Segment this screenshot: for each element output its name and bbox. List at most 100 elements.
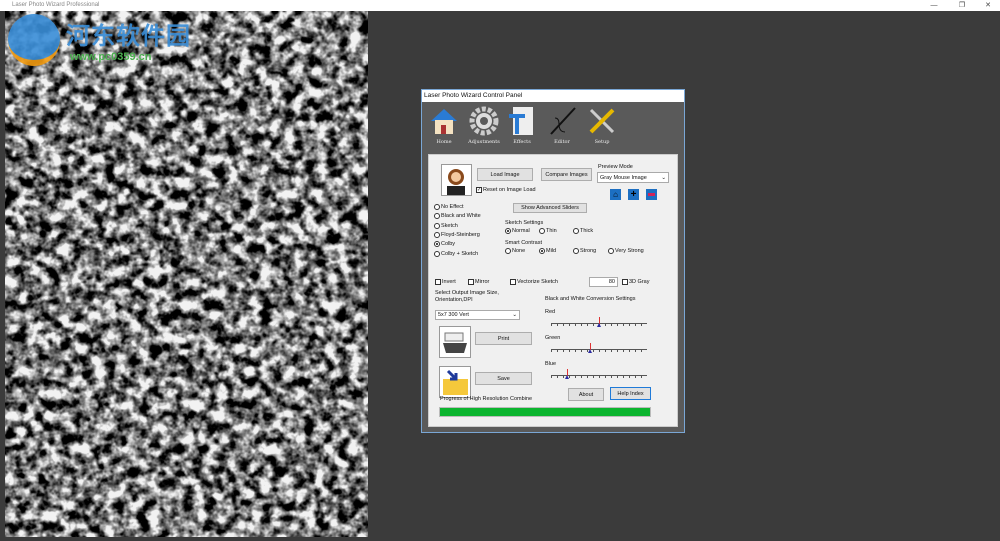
- effects-radio-no-effect[interactable]: No Effect: [434, 204, 464, 210]
- contrast-radio-mild[interactable]: Mild: [539, 248, 556, 254]
- progress-bar: [439, 407, 651, 417]
- radio-circle: [505, 248, 511, 254]
- output-size-value: 5x7 300 Vert: [438, 312, 469, 318]
- preview-mode-select[interactable]: Gray Mouse Image ⌄: [597, 172, 669, 183]
- radio-label: Thick: [580, 228, 594, 234]
- radio-label: Strong: [580, 248, 597, 254]
- tool-home[interactable]: Home: [424, 106, 464, 145]
- reset-on-load-checkbox[interactable]: ✓ Reset on Image Load: [476, 187, 536, 193]
- checkbox-box: [510, 279, 516, 285]
- tool-label: Home: [436, 139, 452, 145]
- show-advanced-sliders-button[interactable]: Show Advanced Sliders: [513, 203, 587, 213]
- plus-icon: +: [630, 189, 637, 200]
- checkbox-label: 3D Gray: [629, 279, 650, 285]
- slider-thumb[interactable]: [597, 317, 601, 329]
- image-preview: [5, 11, 368, 537]
- editor-icon: [547, 106, 577, 136]
- about-button[interactable]: About: [568, 388, 604, 401]
- window-title-bar: Laser Photo Wizard Professional: [0, 0, 1000, 11]
- setup-icon: [587, 106, 617, 136]
- tool-effects[interactable]: Effects: [502, 106, 542, 145]
- effects-radio-colby-sketch[interactable]: Colby + Sketch: [434, 250, 478, 257]
- effects-radio-floyd-steinberg[interactable]: Floyd-Steinberg: [434, 231, 480, 238]
- effects-radio-black-and-white[interactable]: Black and White: [434, 213, 481, 220]
- tool-editor[interactable]: Editor: [542, 106, 582, 145]
- chevron-down-icon: ⌄: [512, 312, 517, 318]
- slider-label-red: Red: [545, 309, 556, 315]
- sketch-radio-thick[interactable]: Thick: [573, 228, 593, 234]
- value-input[interactable]: 80: [589, 277, 618, 287]
- radio-circle: [539, 248, 545, 254]
- radio-label: Black and White: [441, 213, 481, 220]
- checkbox-box: [435, 279, 441, 285]
- tool-setup[interactable]: Setup: [582, 106, 622, 145]
- radio-label: Mild: [546, 248, 557, 254]
- radio-circle: [434, 213, 440, 220]
- slider-green[interactable]: [551, 343, 647, 355]
- effects-radio-sketch[interactable]: Sketch: [434, 222, 458, 229]
- effects-icon: [507, 106, 537, 136]
- tool-adjustments[interactable]: Adjustments: [464, 106, 504, 145]
- slider-blue[interactable]: [551, 369, 647, 381]
- radio-label: No Effect: [441, 204, 464, 210]
- printer-icon: [439, 326, 471, 358]
- invert-checkbox[interactable]: Invert: [435, 279, 456, 285]
- slider-label-green: Green: [545, 335, 561, 341]
- radio-label: None: [512, 248, 526, 254]
- checkbox-label: Vectorize Sketch: [517, 279, 558, 285]
- help-index-button[interactable]: Help Index: [610, 387, 651, 400]
- chevron-down-icon: ⌄: [661, 174, 666, 181]
- sketch-radio-normal[interactable]: Normal: [505, 228, 530, 234]
- slider-thumb[interactable]: [565, 369, 570, 381]
- maximize-button[interactable]: ❐: [952, 0, 972, 11]
- home-icon: ⌂: [613, 190, 618, 199]
- zoom-in-button[interactable]: +: [628, 189, 639, 200]
- checkbox-box: [622, 279, 628, 285]
- window-title: Laser Photo Wizard Professional: [12, 2, 100, 8]
- panel-title: Laser Photo Wizard Control Panel: [422, 90, 684, 102]
- 3d-gray-checkbox[interactable]: 3D Gray: [622, 279, 649, 285]
- minimize-button[interactable]: —: [924, 0, 944, 11]
- radio-circle: [539, 228, 545, 234]
- load-image-button[interactable]: Load Image: [477, 168, 533, 181]
- foliage-image: [5, 11, 368, 537]
- home-view-button[interactable]: ⌂: [610, 189, 621, 200]
- radio-label: Very Strong: [615, 248, 644, 254]
- contrast-radio-none[interactable]: None: [505, 248, 525, 254]
- vectorize-sketch-checkbox[interactable]: Vectorize Sketch: [510, 279, 558, 285]
- contrast-radio-very-strong[interactable]: Very Strong: [608, 248, 644, 254]
- compare-images-button[interactable]: Compare Images: [541, 168, 592, 181]
- progress-fill: [440, 408, 650, 416]
- radio-label: Floyd-Steinberg: [441, 231, 480, 238]
- radio-circle: [434, 231, 440, 238]
- print-button[interactable]: Print: [475, 332, 532, 345]
- checkbox-box: ✓: [476, 187, 482, 193]
- zoom-out-button[interactable]: [646, 189, 657, 200]
- effects-radio-colby[interactable]: Colby: [434, 241, 455, 248]
- smart-contrast-label: Smart Contrast: [505, 240, 542, 246]
- radio-circle: [434, 222, 440, 229]
- radio-circle: [573, 248, 579, 254]
- slider-ticks: [551, 349, 647, 352]
- output-size-label: Select Output Image Size, Orientation,DP…: [435, 290, 499, 303]
- contrast-radio-strong[interactable]: Strong: [573, 248, 596, 254]
- close-button[interactable]: ✕: [978, 0, 998, 11]
- mirror-checkbox[interactable]: Mirror: [468, 279, 489, 285]
- slider-thumb[interactable]: [588, 343, 593, 355]
- output-size-select[interactable]: 5x7 300 Vert ⌄: [435, 310, 520, 320]
- gear-icon: [469, 106, 499, 136]
- save-button[interactable]: Save: [475, 372, 532, 385]
- slider-red[interactable]: [551, 317, 647, 329]
- panel-body: Load Image Compare Images Preview Mode G…: [428, 154, 678, 427]
- tool-label: Setup: [594, 139, 610, 145]
- save-folder-icon: [439, 366, 471, 398]
- user-avatar-icon: [441, 164, 472, 196]
- home-icon: [429, 106, 459, 136]
- sketch-radio-thin[interactable]: Thin: [539, 228, 557, 234]
- radio-label: Sketch: [441, 222, 458, 229]
- bw-settings-label: Black and White Conversion Settings: [545, 296, 636, 302]
- preview-mode-value: Gray Mouse Image: [600, 174, 647, 181]
- tool-label: Adjustments: [468, 139, 500, 145]
- radio-circle: [434, 250, 440, 257]
- tool-label: Editor: [554, 139, 570, 145]
